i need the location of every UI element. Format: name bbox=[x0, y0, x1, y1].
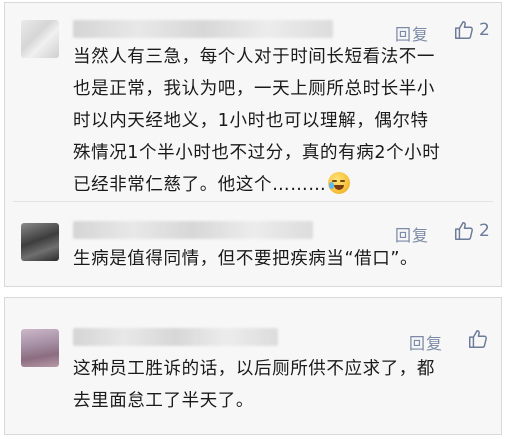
comment-card: 回复 这种员工胜诉的话，以后厕所供不应求了，都 去里面怠工了半天了。 bbox=[4, 297, 502, 435]
like-button[interactable]: 2 bbox=[453, 19, 490, 41]
thumbs-up-icon bbox=[453, 220, 475, 242]
thumbs-up-icon bbox=[467, 328, 489, 350]
nickname-blurred bbox=[73, 221, 313, 239]
like-button[interactable]: 2 bbox=[453, 220, 490, 242]
like-count: 2 bbox=[479, 221, 490, 241]
comment-line: 生病是值得同情，但不要把疾病当“借口”。 bbox=[73, 249, 419, 269]
comment-line: 时以内天经地义，1小时也可以理解，偶尔特 bbox=[73, 111, 429, 131]
comment-line: 去里面怠工了半天了。 bbox=[73, 391, 254, 411]
like-count: 2 bbox=[479, 20, 490, 40]
comment-line: 殊情况1个半小时也不过分，真的有病2个小时 bbox=[73, 143, 441, 163]
thumbs-up-icon bbox=[453, 19, 475, 41]
like-button[interactable] bbox=[467, 328, 493, 350]
comment-line: 这种员工胜诉的话，以后厕所供不应求了，都 bbox=[73, 359, 435, 379]
comment-line: 已经非常仁慈了。他这个……… bbox=[73, 169, 487, 201]
divider bbox=[13, 201, 493, 202]
nickname-blurred bbox=[73, 20, 333, 38]
laughing-crying-emoji-icon bbox=[328, 172, 351, 194]
comment-text: 当然人有三急，每个人对于时间长短看法不一 也是正常，我认为吧，一天上厕所总时长半… bbox=[73, 41, 487, 201]
nickname-blurred bbox=[73, 328, 278, 346]
avatar[interactable] bbox=[21, 329, 59, 367]
comment-card: 回复 2 当然人有三急，每个人对于时间长短看法不一 也是正常，我认为吧，一天上厕… bbox=[4, 2, 502, 287]
comment-text: 这种员工胜诉的话，以后厕所供不应求了，都 去里面怠工了半天了。 bbox=[73, 353, 487, 417]
reply-button[interactable]: 回复 bbox=[409, 330, 443, 354]
comment-line: 也是正常，我认为吧，一天上厕所总时长半小 bbox=[73, 79, 435, 99]
comment-line: 当然人有三急，每个人对于时间长短看法不一 bbox=[73, 47, 435, 67]
comment-line-text: 已经非常仁慈了。他这个……… bbox=[73, 175, 327, 195]
avatar[interactable] bbox=[21, 20, 59, 58]
avatar[interactable] bbox=[21, 223, 59, 261]
comment-text: 生病是值得同情，但不要把疾病当“借口”。 bbox=[73, 243, 487, 275]
